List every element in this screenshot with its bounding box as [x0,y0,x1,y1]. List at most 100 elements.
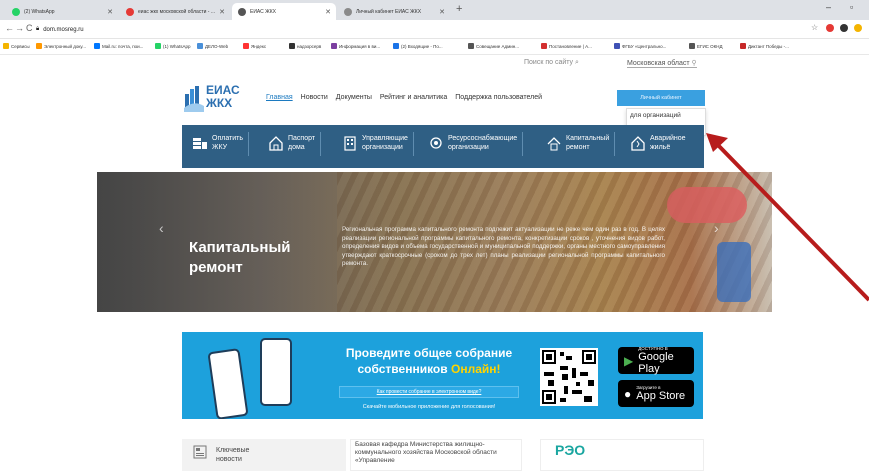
divider [412,132,414,156]
service-house-passport[interactable]: Паспорт дома [268,132,322,156]
service-emergency-housing[interactable]: Аварийное жильё [630,134,686,152]
minimize-icon[interactable]: – [826,2,831,12]
bookmark-item[interactable]: Постановление | А... [541,43,592,49]
house-icon [269,136,283,151]
main-menu: Главная Новости Документы Рейтинг и анал… [266,94,542,101]
logo-text-top: ЕИАС [206,83,240,97]
whatsapp-icon [12,7,20,16]
address-bar: ← → C 🔒︎ dom.mosreg.ru ☆ [0,20,869,39]
menu-item-documents[interactable]: Документы [336,94,372,101]
ministry-card[interactable]: Базовая кафедра Министерства жилищно-ком… [350,439,522,471]
phone-image [207,348,249,419]
close-icon[interactable]: ✕ [219,8,225,16]
search-engine-icon [126,7,134,16]
services-bar: Оплатить ЖКУ Паспорт дома Управляющие ор… [182,125,704,168]
bookmark-item[interactable]: надзорсерв [289,43,321,49]
chevron-right-icon[interactable]: › [714,220,719,236]
banner-title: Капитальный ремонт [189,239,291,276]
star-icon[interactable]: ☆ [811,23,818,32]
service-pay-utilities[interactable]: Оплатить ЖКУ [192,132,250,156]
bookmark-favicon-icon [740,43,746,49]
service-capital-repair[interactable]: Капитальный ремонт [546,132,616,156]
qr-code [540,348,598,406]
bookmark-favicon-icon [36,43,42,49]
google-play-button[interactable]: ▶ ДОСТУПНО В Google Play [618,346,694,375]
tab-label: Личный кабинет ЕИАС ЖКХ [356,8,422,15]
service-management-companies[interactable]: Управляющие организации [342,132,414,156]
bookmark-favicon-icon [243,43,249,49]
bookmark-item[interactable]: Информация в ви... [331,43,380,49]
bookmark-favicon-icon [393,43,399,49]
new-tab-button[interactable]: + [456,3,462,15]
news-icon [193,445,207,459]
back-icon[interactable]: ← [5,23,14,33]
reo-card[interactable]: РЭО [540,439,704,471]
bookmark-item[interactable]: (1) WhatsApp [155,43,191,49]
bookmark-item[interactable]: ЕГИС ОКНД [689,43,723,49]
bookmark-item[interactable]: Яндекс [243,43,266,49]
app-store-button[interactable]: ● Загрузите в App Store [618,380,694,407]
tab-cabinet[interactable]: Личный кабинет ЕИАС ЖКХ ✕ [338,3,450,20]
personal-cabinet-button[interactable]: Личный кабинет [617,90,705,106]
service-resource-suppliers[interactable]: Ресурсоснабжающие организации [428,132,524,156]
chevron-left-icon[interactable]: ‹ [159,220,164,236]
tab-eias[interactable]: ЕИАС ЖКХ ✕ [232,3,336,20]
bookmark-favicon-icon [541,43,547,49]
search-label: Поиск по сайту [524,59,574,66]
profile-icon[interactable] [854,24,862,32]
menu-item-rating[interactable]: Рейтинг и аналитика [380,94,447,101]
bookmark-item[interactable]: Диктант Победы -... [740,43,789,49]
web-page: Поиск по сайту ⌕ Московская област ⚲ ЕИА… [0,56,869,471]
close-icon[interactable]: ✕ [107,8,113,16]
news-card-label: Ключевые новости [216,447,250,463]
menu-item-support[interactable]: Поддержка пользователей [455,94,542,101]
url-field[interactable]: 🔒︎ dom.mosreg.ru [36,23,84,36]
menu-item-news[interactable]: Новости [301,94,328,101]
globe-icon [238,7,246,16]
dropdown-item-organizations[interactable]: для организаций [627,109,705,122]
bookmark-label: ФГБУ «Центрально... [622,43,667,49]
capital-repair-banner[interactable]: ‹ › Капитальный ремонт Региональная прог… [97,172,772,312]
site-search-link[interactable]: Поиск по сайту ⌕ [524,59,579,67]
how-to-vote-link[interactable]: Как провести собрание в электронном виде… [339,386,519,398]
bookmark-item[interactable]: Сервисы [3,43,30,49]
tab-label: (2) WhatsApp [24,8,55,15]
news-card[interactable]: Ключевые новости [182,439,346,471]
service-label: Капитальный ремонт [566,135,610,151]
bookmark-label: Диктант Победы -... [748,43,789,49]
bookmark-favicon-icon [289,43,295,49]
bookmark-label: (2) Входящие - По... [401,43,443,49]
service-label: Паспорт дома [288,135,316,151]
bookmark-favicon-icon [197,43,203,49]
ministry-card-text: Базовая кафедра Министерства жилищно-ком… [355,441,497,464]
bookmark-item[interactable]: ФГБУ «Центрально... [614,43,666,49]
extension-icon[interactable] [840,24,848,32]
lock-icon: 🔒︎ [36,26,40,32]
phone-image [260,338,292,406]
tab-search[interactable]: еиас жкх московской области - ... ✕ [120,3,230,20]
close-icon[interactable]: ✕ [325,8,331,16]
bookmark-label: Mail.ru: почта, пои... [102,43,144,49]
site-logo[interactable]: ЕИАС ЖКХ [184,83,244,117]
forward-icon[interactable]: → [15,23,24,33]
browser-tab-bar: (2) WhatsApp ✕ еиас жкх московской облас… [0,0,869,20]
service-label: Ресурсоснабжающие организации [448,135,518,151]
divider [248,132,250,156]
bookmark-item[interactable]: Совещание Админ... [468,43,519,49]
bookmark-item[interactable]: ДЕЛО-Web [197,43,228,49]
bookmark-item[interactable]: Mail.ru: почта, пои... [94,43,143,49]
menu-item-home[interactable]: Главная [266,94,293,101]
reload-icon[interactable]: C [26,23,33,33]
bookmark-favicon-icon [3,43,9,49]
bookmark-label: надзорсерв [297,43,322,49]
google-play-text: ДОСТУПНО В Google Play [638,346,694,375]
apple-icon: ● [624,386,632,401]
bookmark-item[interactable]: Электронный доку... [36,43,86,49]
region-selector[interactable]: Московская област ⚲ [627,59,697,68]
extension-icon[interactable] [826,24,834,32]
bookmark-favicon-icon [614,43,620,49]
close-icon[interactable]: ✕ [439,8,445,16]
bookmark-item[interactable]: (2) Входящие - По... [393,43,443,49]
tab-whatsapp[interactable]: (2) WhatsApp ✕ [6,3,118,20]
restore-icon[interactable]: ▫ [850,2,853,12]
